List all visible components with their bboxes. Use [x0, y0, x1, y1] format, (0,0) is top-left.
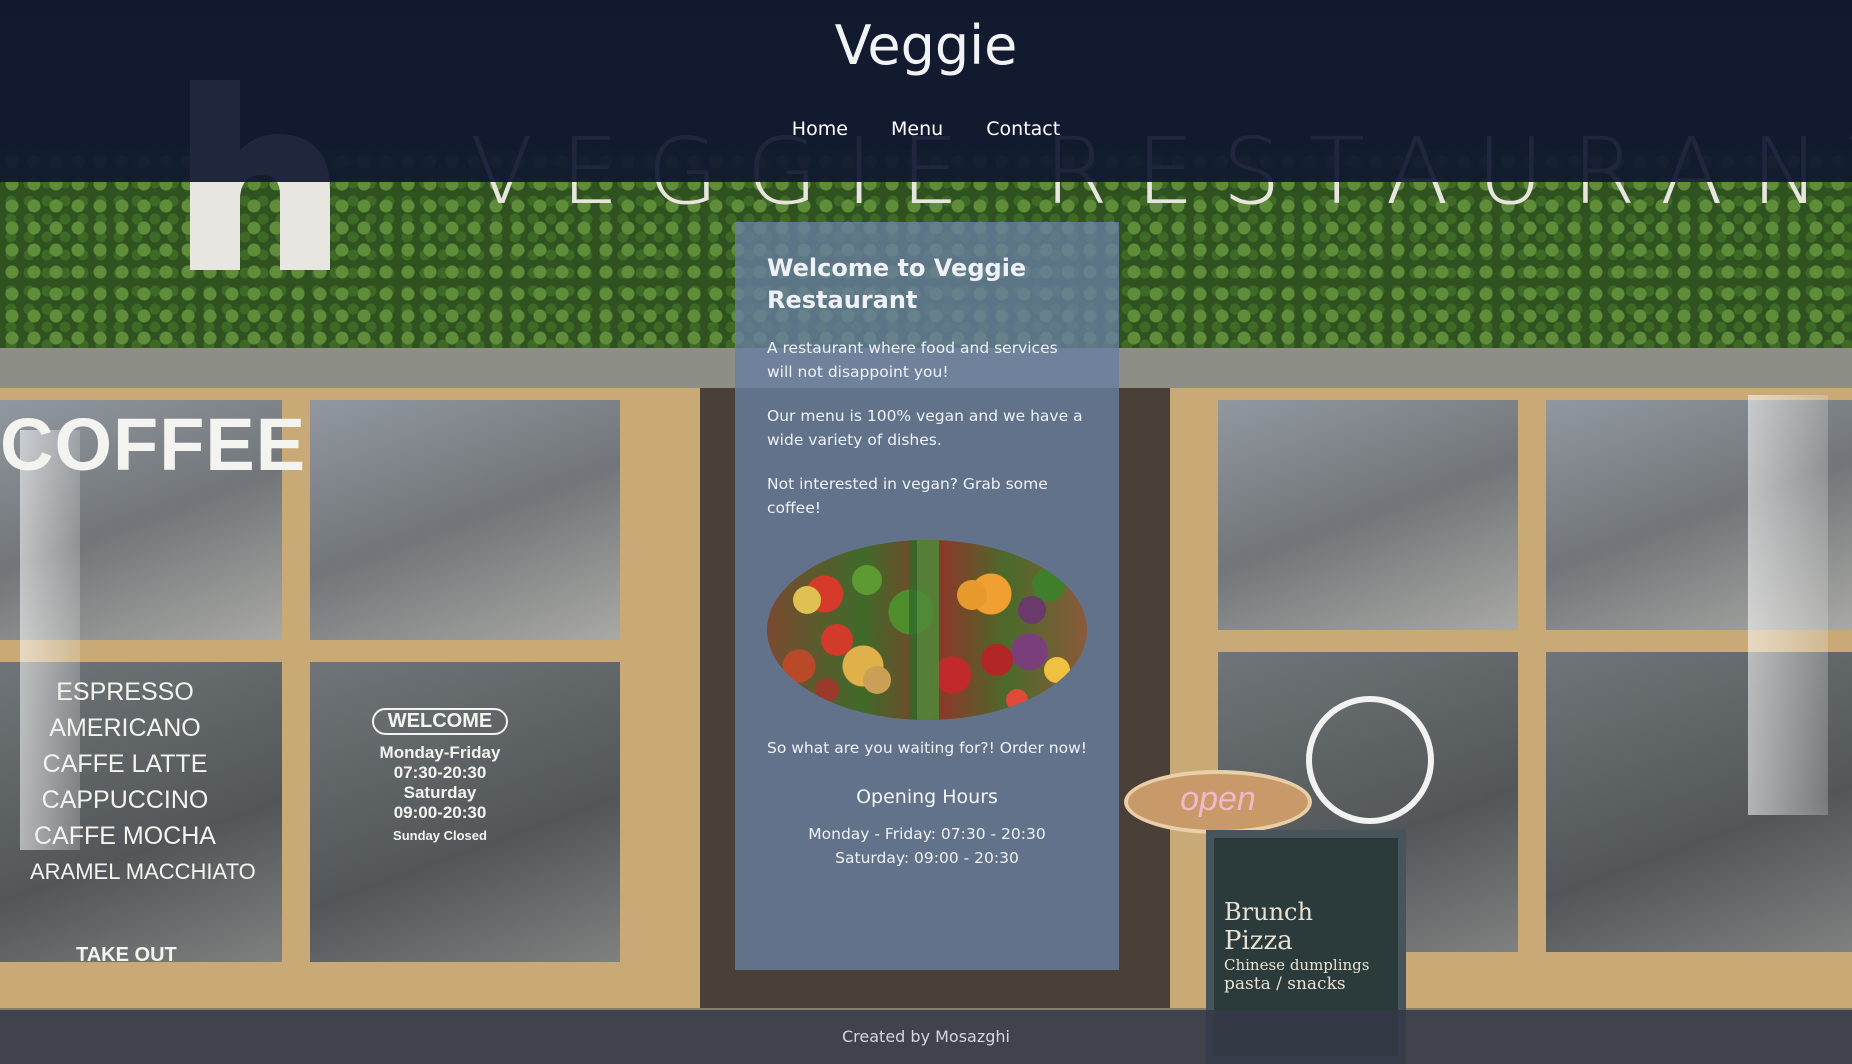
- nav-menu-link[interactable]: Menu: [891, 118, 943, 140]
- coffee-menu-item: CAPPUCCINO: [41, 786, 209, 814]
- vegetables-image: [767, 540, 1087, 720]
- welcome-card: Welcome to Veggie Restaurant A restauran…: [735, 222, 1119, 970]
- coffee-menu-item: CAFFE LATTE: [42, 750, 208, 778]
- open-sign-text: open: [1180, 780, 1256, 818]
- window-coffee-menu: ESPRESSO AMERICANO CAFFE LATTE CAPPUCCIN…: [30, 674, 256, 890]
- chalkboard-line: Brunch: [1224, 898, 1313, 926]
- window-takeout-text: TAKE OUT: [76, 944, 177, 966]
- coffee-menu-item: ESPRESSO: [56, 678, 194, 706]
- site-footer: Created by Mosazghi: [0, 1010, 1852, 1064]
- welcome-heading: Welcome to Veggie Restaurant: [767, 254, 1027, 314]
- opening-hours-weekdays: Monday - Friday: 07:30 - 20:30: [808, 825, 1046, 843]
- chalkboard-line: Chinese dumplings: [1224, 956, 1370, 974]
- coffee-menu-item: CAFFE MOCHA: [34, 822, 216, 850]
- window-coffee-text: COFFEE: [0, 403, 307, 486]
- intro-paragraph: A restaurant where food and services wil…: [767, 339, 1058, 381]
- opening-hours-title: Opening Hours: [856, 786, 998, 808]
- fresh-natural-stamp-icon: [1306, 696, 1434, 824]
- coffee-menu-item: ARAMEL MACCHIATO: [30, 859, 256, 884]
- window-hours-line: Saturday: [403, 783, 477, 802]
- window-hours-line: 09:00-20:30: [393, 803, 487, 822]
- coffee-paragraph: Not interested in vegan? Grab some coffe…: [767, 475, 1048, 517]
- site-header: Veggie Home Menu Contact: [0, 0, 1852, 182]
- opening-hours-saturday: Saturday: 09:00 - 20:30: [835, 849, 1019, 867]
- window-hours-line: Sunday Closed: [393, 828, 487, 843]
- main-nav: Home Menu Contact: [0, 118, 1852, 140]
- window-pane: [310, 400, 620, 640]
- vegetables-illustration: [793, 540, 1070, 720]
- window-pane: [1218, 400, 1518, 630]
- open-sign: open: [1124, 770, 1312, 834]
- footer-credit: Created by Mosazghi: [842, 1027, 1010, 1046]
- curtain: [1748, 395, 1828, 815]
- vegan-paragraph: Our menu is 100% vegan and we have a wid…: [767, 407, 1083, 449]
- coffee-menu-item: AMERICANO: [49, 714, 201, 742]
- welcome-text: WELCOME: [372, 708, 508, 735]
- nav-home-link[interactable]: Home: [792, 118, 848, 140]
- window-hours-sign: WELCOME Monday-Friday 07:30-20:30 Saturd…: [360, 708, 520, 849]
- order-now-text: So what are you waiting for?! Order now!: [767, 739, 1087, 757]
- chalkboard-line: Pizza: [1224, 926, 1293, 956]
- window-hours-line: Monday-Friday: [379, 743, 501, 762]
- window-hours-line: 07:30-20:30: [393, 763, 487, 782]
- chalkboard-line: pasta / snacks: [1224, 974, 1346, 994]
- nav-contact-link[interactable]: Contact: [986, 118, 1060, 140]
- site-title: Veggie: [834, 14, 1018, 77]
